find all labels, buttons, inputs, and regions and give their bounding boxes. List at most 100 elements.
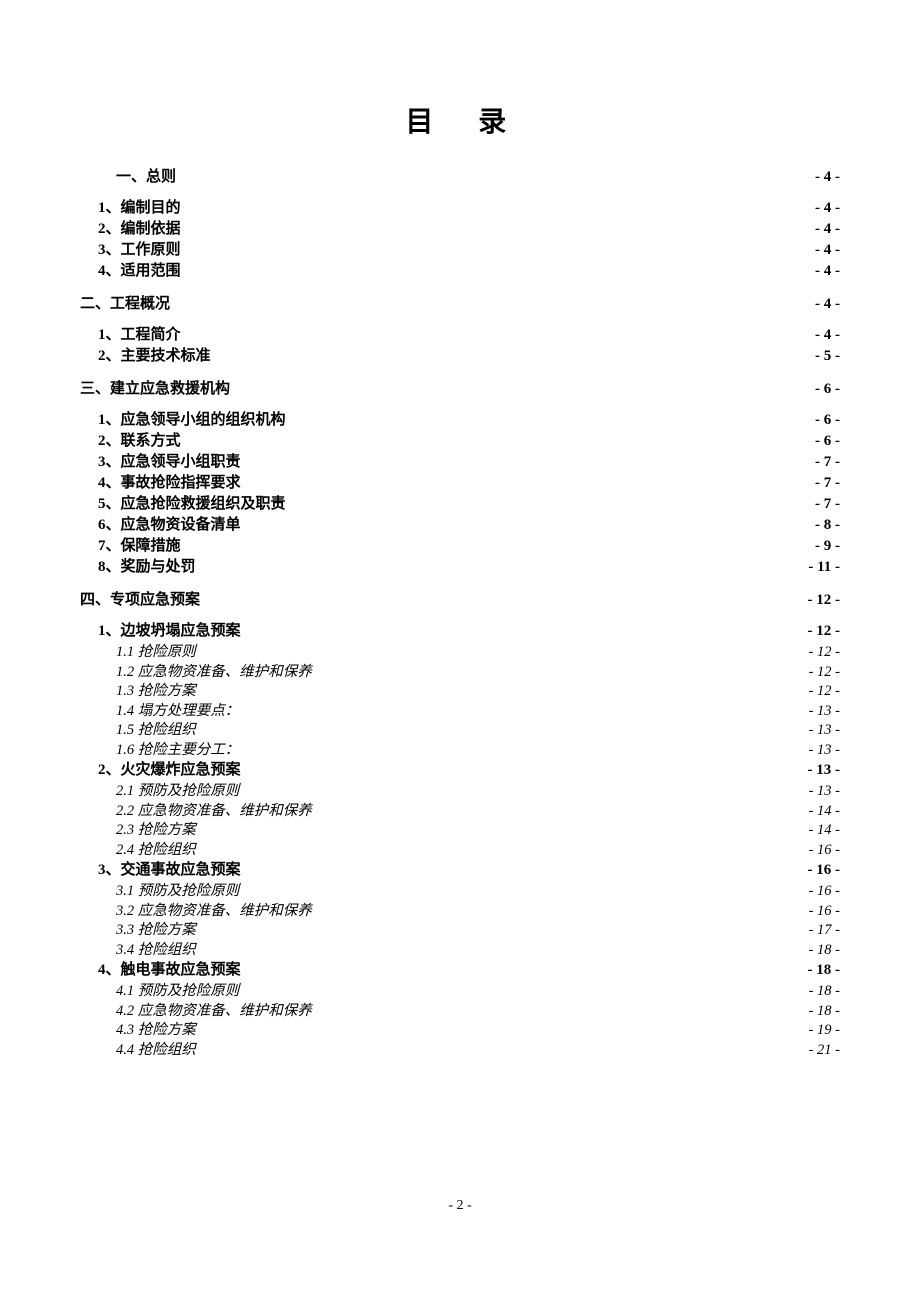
toc-entry-page: - 7 - bbox=[815, 497, 840, 512]
toc-entry: 1、编制目的- 4 - bbox=[80, 201, 840, 216]
toc-entry-page: - 13 - bbox=[808, 763, 841, 778]
toc-entry: 4.3 抢险方案 - 19 - bbox=[80, 1023, 840, 1038]
toc-entry-label: 2、火灾爆炸应急预案 bbox=[98, 763, 241, 778]
toc-entry-label: 4.1 预防及抢险原则 bbox=[116, 984, 239, 999]
toc-entry-label: 1.1 抢险原则 bbox=[116, 645, 196, 660]
toc-entry-label: 1.3 抢险方案 bbox=[116, 684, 196, 699]
table-of-contents: 一、总则- 4 -1、编制目的- 4 -2、编制依据- 4 -3、工作原则- 4… bbox=[80, 170, 840, 1057]
toc-entry-label: 2.4 抢险组织 bbox=[116, 843, 196, 858]
toc-entry-page: - 8 - bbox=[815, 518, 840, 533]
toc-entry: 2.4 抢险组织- 16 - bbox=[80, 843, 840, 858]
toc-entry-page: - 13 - bbox=[809, 704, 840, 719]
page: 目 录 一、总则- 4 -1、编制目的- 4 -2、编制依据- 4 -3、工作原… bbox=[0, 0, 920, 1102]
toc-entry-label: 1、边坡坍塌应急预案 bbox=[98, 624, 241, 639]
toc-entry: 2、编制依据 - 4 - bbox=[80, 222, 840, 237]
toc-entry-label: 3.3 抢险方案 bbox=[116, 923, 196, 938]
toc-entry: 7、保障措施 - 9 - bbox=[80, 539, 840, 554]
toc-entry: 2.1 预防及抢险原则 - 13 - bbox=[80, 784, 840, 799]
toc-entry-label: 6、应急物资设备清单 bbox=[98, 518, 241, 533]
toc-entry: 1.4 塌方处理要点： - 13 - bbox=[80, 704, 840, 719]
toc-entry-page: - 17 - bbox=[809, 923, 840, 938]
toc-entry-page: - 12 - bbox=[809, 684, 840, 699]
toc-entry: 6、应急物资设备清单 - 8 - bbox=[80, 518, 840, 533]
toc-entry-page: - 6 - bbox=[815, 382, 840, 397]
toc-entry-page: - 14 - bbox=[809, 823, 840, 838]
toc-entry-page: - 18 - bbox=[809, 943, 840, 958]
toc-entry: 4、触电事故应急预案 - 18 - bbox=[80, 963, 840, 978]
toc-entry-page: - 13 - bbox=[809, 723, 840, 738]
toc-entry-label: 4.3 抢险方案 bbox=[116, 1023, 196, 1038]
toc-entry: 1.3 抢险方案 - 12 - bbox=[80, 684, 840, 699]
toc-entry-page: - 4 - bbox=[815, 170, 840, 185]
toc-entry: 5、应急抢险救援组织及职责 - 7 - bbox=[80, 497, 840, 512]
toc-entry-page: - 5 - bbox=[815, 349, 840, 364]
toc-entry-label: 4、触电事故应急预案 bbox=[98, 963, 241, 978]
toc-entry: 2、主要技术标准- 5 - bbox=[80, 349, 840, 364]
toc-entry-page: - 12 - bbox=[808, 593, 841, 608]
toc-entry-label: 2、编制依据 bbox=[98, 222, 181, 237]
toc-entry-page: - 4 - bbox=[815, 328, 840, 343]
toc-entry-page: - 18 - bbox=[808, 963, 841, 978]
toc-entry-label: 四、专项应急预案 bbox=[80, 593, 200, 608]
toc-entry: 2、火灾爆炸应急预案 - 13 - bbox=[80, 763, 840, 778]
toc-entry-page: - 6 - bbox=[815, 434, 840, 449]
toc-entry: 三、建立应急救援机构 - 6 - bbox=[80, 382, 840, 397]
toc-entry-page: - 9 - bbox=[815, 539, 840, 554]
toc-entry-page: - 12 - bbox=[808, 624, 841, 639]
toc-entry-page: - 16 - bbox=[808, 863, 841, 878]
toc-entry-label: 三、建立应急救援机构 bbox=[80, 382, 230, 397]
toc-entry: 1、应急领导小组的组织机构 - 6 - bbox=[80, 413, 840, 428]
toc-entry-label: 1.2 应急物资准备、维护和保养 bbox=[116, 665, 312, 680]
toc-entry: 4、事故抢险指挥要求- 7 - bbox=[80, 476, 840, 491]
toc-entry: 3、交通事故应急预案 - 16 - bbox=[80, 863, 840, 878]
toc-entry-page: - 12 - bbox=[809, 645, 840, 660]
toc-entry-page: - 14 - bbox=[809, 804, 840, 819]
toc-entry-label: 3.4 抢险组织 bbox=[116, 943, 196, 958]
toc-entry-page: - 6 - bbox=[815, 413, 840, 428]
toc-entry-label: 2.1 预防及抢险原则 bbox=[116, 784, 239, 799]
toc-entry-page: - 19 - bbox=[809, 1023, 840, 1038]
toc-entry-label: 一、总则 bbox=[116, 170, 176, 185]
toc-entry-label: 4.2 应急物资准备、维护和保养 bbox=[116, 1004, 312, 1019]
toc-entry-page: - 11 - bbox=[808, 560, 840, 575]
toc-entry: 1.5 抢险组织- 13 - bbox=[80, 723, 840, 738]
toc-entry-label: 3.1 预防及抢险原则 bbox=[116, 884, 239, 899]
toc-entry-page: - 13 - bbox=[809, 784, 840, 799]
toc-entry: 1.1 抢险原则 - 12 - bbox=[80, 645, 840, 660]
toc-entry-page: - 4 - bbox=[815, 222, 840, 237]
toc-entry: 3.3 抢险方案 - 17 - bbox=[80, 923, 840, 938]
toc-entry: 1、边坡坍塌应急预案 - 12 - bbox=[80, 624, 840, 639]
toc-entry-label: 5、应急抢险救援组织及职责 bbox=[98, 497, 286, 512]
toc-entry-label: 2.2 应急物资准备、维护和保养 bbox=[116, 804, 312, 819]
toc-entry-label: 3、交通事故应急预案 bbox=[98, 863, 241, 878]
toc-entry-label: 3.2 应急物资准备、维护和保养 bbox=[116, 904, 312, 919]
toc-entry-label: 1、应急领导小组的组织机构 bbox=[98, 413, 286, 428]
toc-entry-label: 8、奖励与处罚 bbox=[98, 560, 196, 575]
toc-entry-page: - 4 - bbox=[815, 297, 840, 312]
toc-entry-page: - 12 - bbox=[809, 665, 840, 680]
page-title: 目 录 bbox=[80, 100, 840, 140]
toc-entry-page: - 18 - bbox=[809, 984, 840, 999]
toc-entry: 2、联系方式- 6 - bbox=[80, 434, 840, 449]
toc-entry: 四、专项应急预案 - 12 - bbox=[80, 593, 840, 608]
toc-entry-label: 4、事故抢险指挥要求 bbox=[98, 476, 241, 491]
toc-entry-label: 1、编制目的 bbox=[98, 201, 181, 216]
toc-entry-label: 1.6 抢险主要分工： bbox=[116, 743, 239, 758]
toc-entry: 一、总则 - 4 - bbox=[80, 170, 840, 185]
toc-entry-label: 7、保障措施 bbox=[98, 539, 181, 554]
toc-entry: 4.4 抢险组织- 21 - bbox=[80, 1043, 840, 1058]
toc-entry-page: - 18 - bbox=[809, 1004, 840, 1019]
toc-entry-label: 1.4 塌方处理要点： bbox=[116, 704, 239, 719]
toc-entry: 3、应急领导小组职责- 7 - bbox=[80, 455, 840, 470]
toc-entry-page: - 13 - bbox=[809, 743, 840, 758]
toc-entry: 3.4 抢险组织 - 18 - bbox=[80, 943, 840, 958]
toc-entry: 1.6 抢险主要分工： - 13 - bbox=[80, 743, 840, 758]
page-number: - 2 - bbox=[0, 1198, 920, 1214]
toc-entry-page: - 16 - bbox=[809, 884, 840, 899]
toc-entry: 4、适用范围- 4 - bbox=[80, 264, 840, 279]
toc-entry-page: - 16 - bbox=[809, 904, 840, 919]
toc-entry-page: - 21 - bbox=[809, 1043, 840, 1058]
toc-entry-page: - 4 - bbox=[815, 264, 840, 279]
toc-entry-label: 3、工作原则 bbox=[98, 243, 181, 258]
toc-entry-label: 3、应急领导小组职责 bbox=[98, 455, 241, 470]
